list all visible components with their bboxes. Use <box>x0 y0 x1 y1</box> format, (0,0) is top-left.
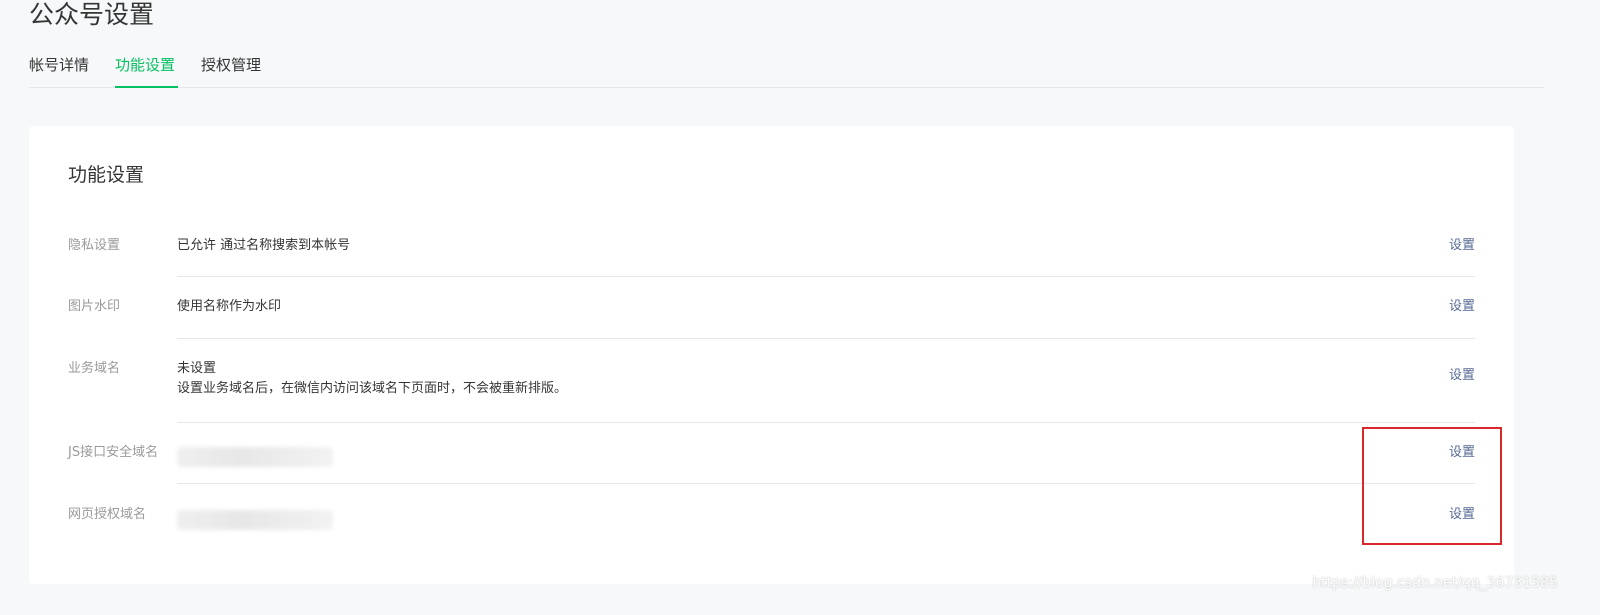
redacted-value <box>177 510 333 530</box>
row-value: 未设置 <box>177 361 217 376</box>
page-title: 公众号设置 <box>29 0 155 29</box>
row-label: 业务域名 <box>68 361 121 376</box>
watermark-settings-link[interactable]: 设置 <box>1449 297 1475 317</box>
row-label: 隐私设置 <box>68 238 121 253</box>
row-value: 使用名称作为水印 <box>177 299 282 314</box>
feature-settings-card: 功能设置 隐私设置 已允许 通过名称搜索到本帐号 设置 图片水印 使用名称作为水… <box>29 126 1514 584</box>
settings-row-privacy: 隐私设置 已允许 通过名称搜索到本帐号 设置 <box>68 220 1475 277</box>
tab-authorization-management[interactable]: 授权管理 <box>201 52 265 87</box>
card-title: 功能设置 <box>68 164 145 186</box>
row-label: 网页授权域名 <box>68 507 147 522</box>
tab-account-details[interactable]: 帐号详情 <box>29 52 91 87</box>
tab-bar: 帐号详情 功能设置 授权管理 <box>29 52 1544 88</box>
tab-feature-settings[interactable]: 功能设置 <box>115 52 178 88</box>
settings-row-js-domain: JS接口安全域名 设置 <box>68 423 1475 484</box>
settings-row-watermark: 图片水印 使用名称作为水印 设置 <box>68 277 1475 339</box>
watermark-text: https://blog.csdn.net/qq_36731585 <box>1312 575 1558 591</box>
business-domain-settings-link[interactable]: 设置 <box>1449 366 1475 386</box>
row-label: JS接口安全域名 <box>68 445 159 460</box>
settings-row-business-domain: 业务域名 未设置 设置业务域名后，在微信内访问该域名下页面时，不会被重新排版。 … <box>68 339 1475 423</box>
settings-page: 公众号设置 帐号详情 功能设置 授权管理 功能设置 隐私设置 已允许 通过名称搜… <box>0 0 1600 615</box>
row-value: 已允许 通过名称搜索到本帐号 <box>177 238 351 253</box>
settings-row-oauth-domain: 网页授权域名 设置 <box>68 484 1475 546</box>
highlight-annotation-box <box>1362 427 1502 545</box>
row-note: 设置业务域名后，在微信内访问该域名下页面时，不会被重新排版。 <box>177 381 568 396</box>
redacted-value <box>177 447 333 467</box>
row-label: 图片水印 <box>68 299 121 314</box>
privacy-settings-link[interactable]: 设置 <box>1449 236 1475 256</box>
